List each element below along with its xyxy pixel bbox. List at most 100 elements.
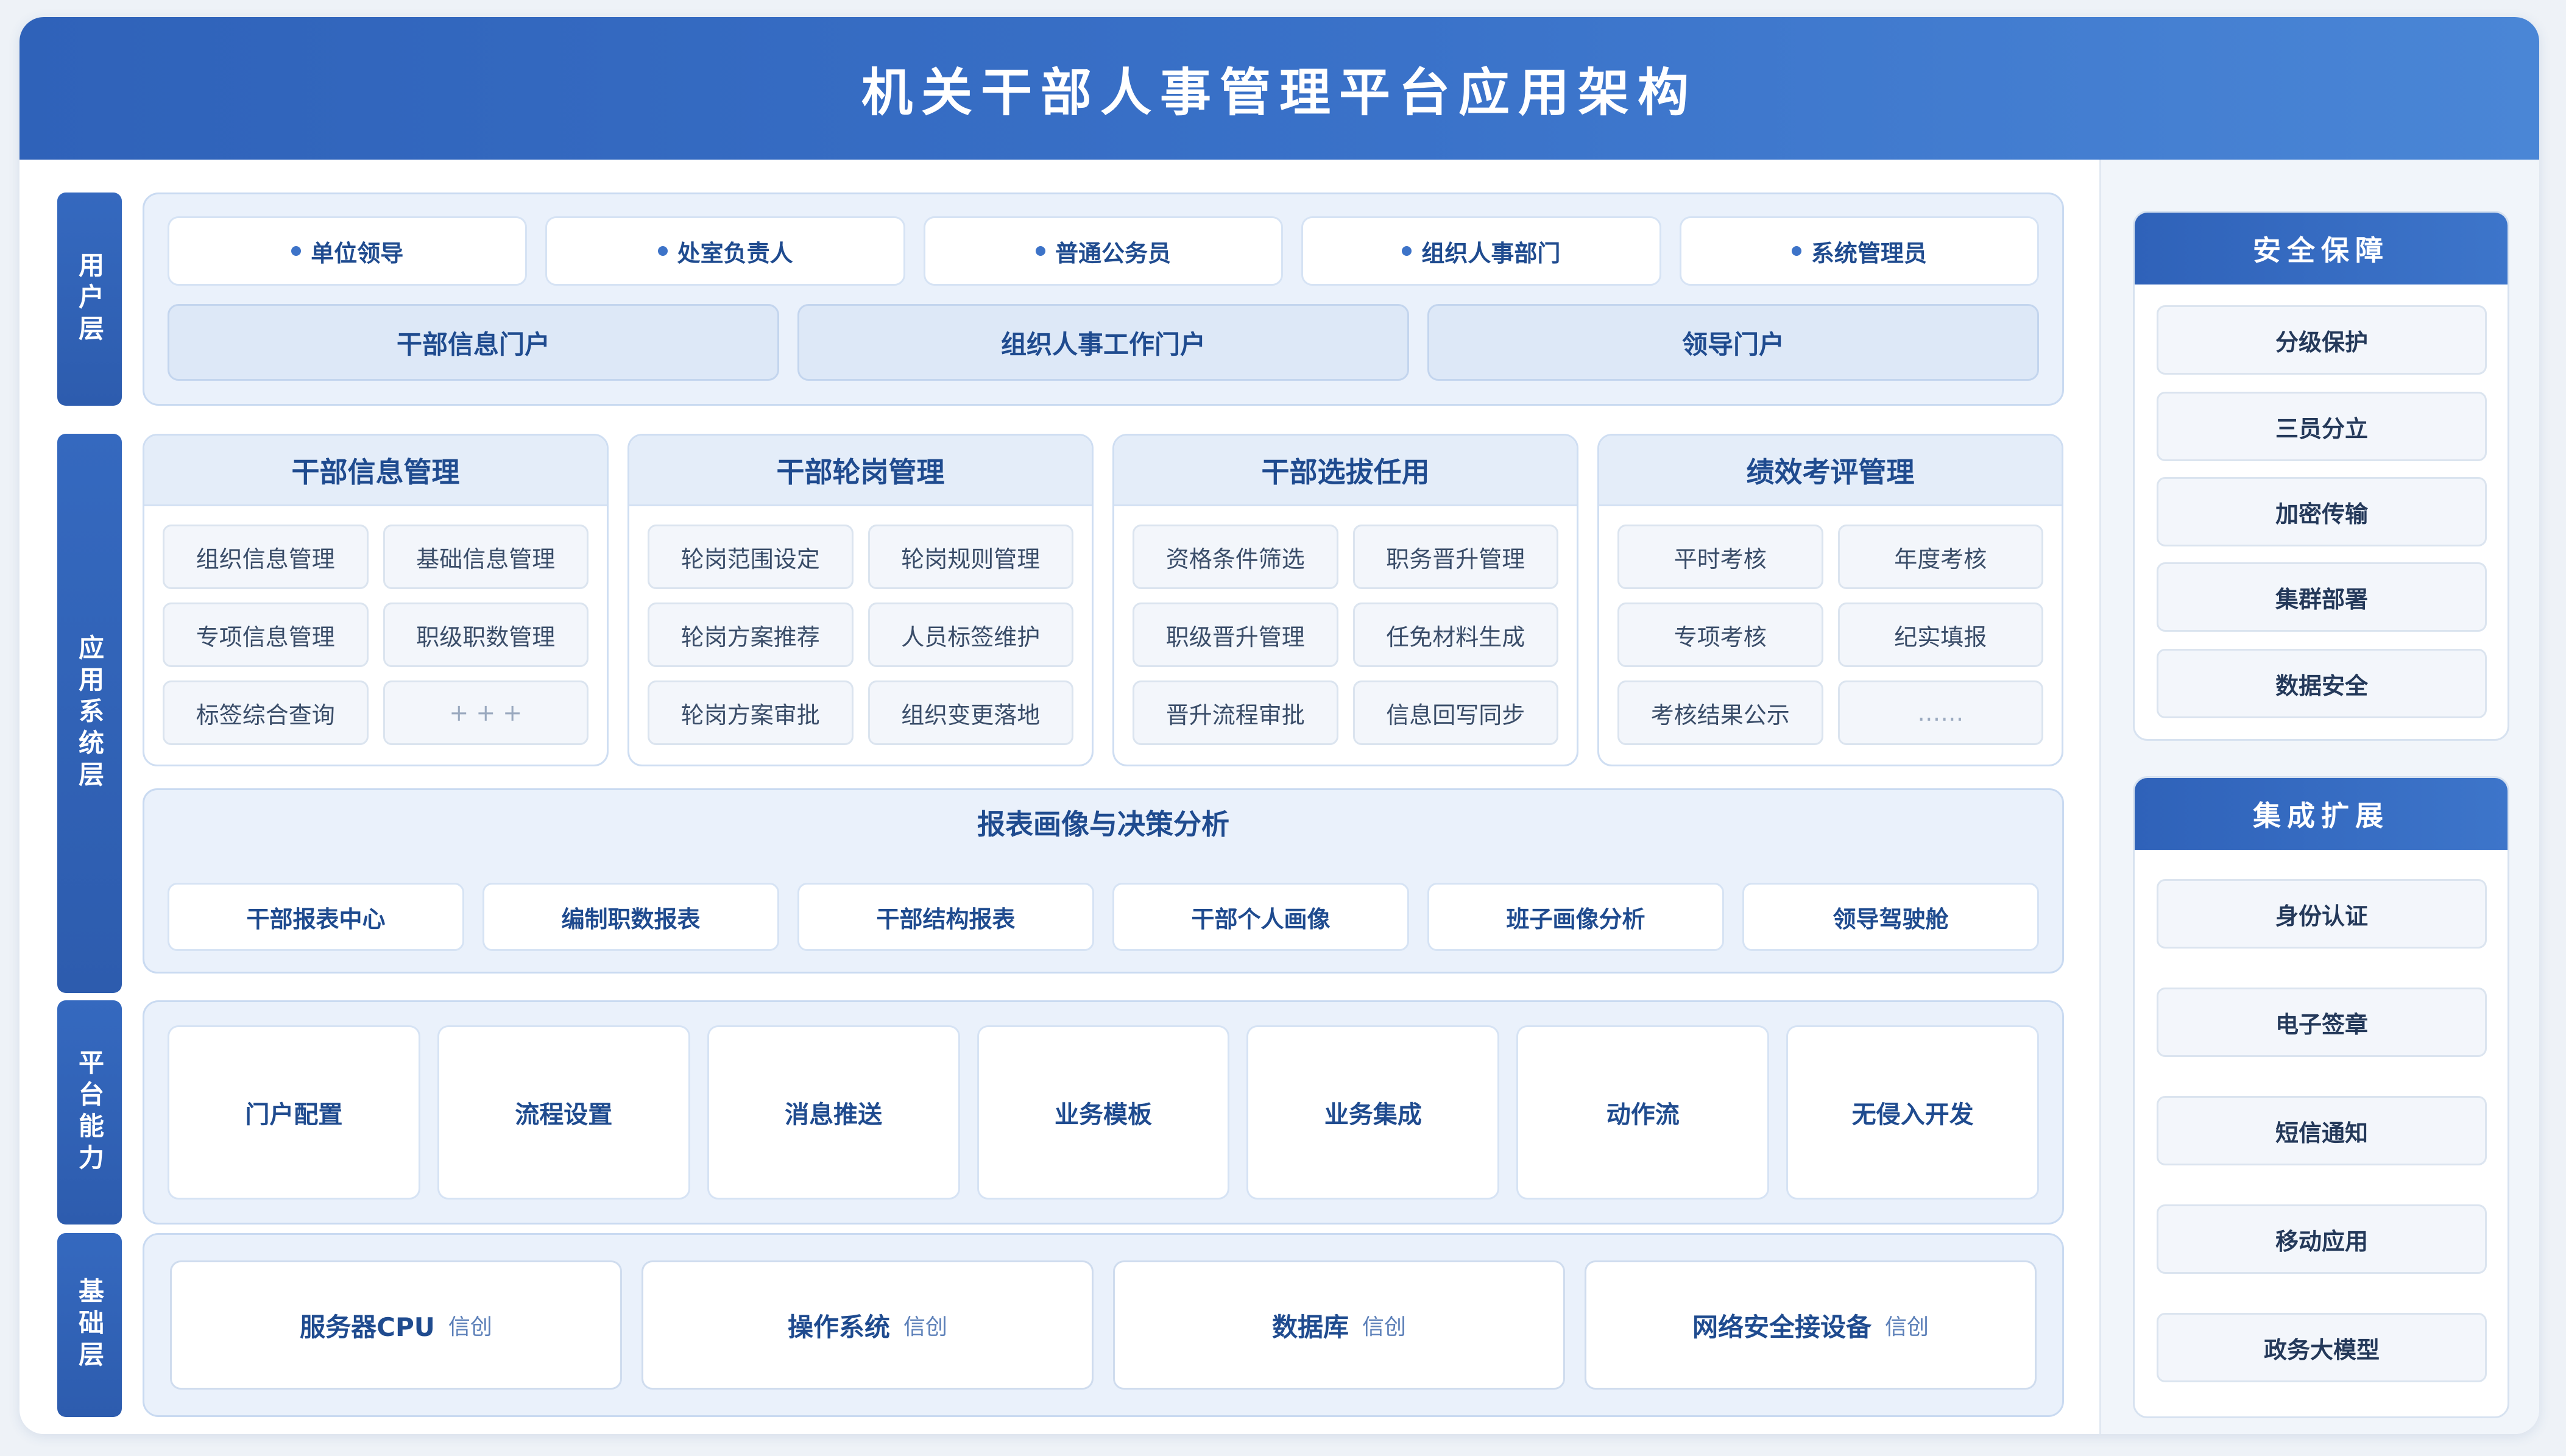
report-list: 干部报表中心 编制职数报表 干部结构报表 干部个人画像 班子画像分析 领导驾驶舱 xyxy=(168,883,2039,951)
module-card: 绩效考评管理 平时考核 年度考核 专项考核 纪实填报 考核结果公示 …… xyxy=(1597,434,2063,766)
module-title: 绩效考评管理 xyxy=(1599,436,2062,506)
module-item: 平时考核 xyxy=(1617,525,1823,589)
module-item: 信息回写同步 xyxy=(1352,680,1558,745)
security-title: 安全保障 xyxy=(2135,213,2508,284)
base-item-tag: 信创 xyxy=(1362,1315,1407,1340)
module-item: 专项信息管理 xyxy=(163,603,369,667)
module-title: 干部选拔任用 xyxy=(1114,436,1577,506)
module-grid: 平时考核 年度考核 专项考核 纪实填报 考核结果公示 …… xyxy=(1617,525,2043,745)
integration-item: 政务大模型 xyxy=(2157,1313,2487,1382)
platform-item: 业务集成 xyxy=(1246,1025,1500,1200)
portal-list: 干部信息门户 组织人事工作门户 领导门户 xyxy=(168,304,2039,381)
module-item: 任免材料生成 xyxy=(1352,603,1558,667)
integration-item: 电子签章 xyxy=(2157,988,2487,1057)
report-item: 编制职数报表 xyxy=(482,883,779,951)
base-item-name: 网络安全接设备 xyxy=(1692,1312,1871,1342)
module-title: 干部轮岗管理 xyxy=(629,436,1092,506)
base-item-name: 操作系统 xyxy=(787,1312,890,1342)
portal-card: 组织人事工作门户 xyxy=(797,304,1409,381)
module-item: 资格条件筛选 xyxy=(1133,525,1338,589)
module-row: 干部信息管理 组织信息管理 基础信息管理 专项信息管理 职级职数管理 标签综合查… xyxy=(143,434,2064,766)
report-panel: 报表画像与决策分析 干部报表中心 编制职数报表 干部结构报表 干部个人画像 班子… xyxy=(143,788,2064,974)
base-panel: 服务器CPU 信创 操作系统 信创 数据库 信创 网络安全接设备 信创 xyxy=(143,1233,2064,1417)
role-card: 单位领导 xyxy=(168,216,528,286)
report-item: 干部报表中心 xyxy=(168,883,464,951)
platform-item: 消息推送 xyxy=(707,1025,960,1200)
side-column: 安全保障 分级保护 三员分立 加密传输 集群部署 数据安全 集成扩展 身份认证 … xyxy=(2099,160,2539,1434)
bullet-dot-icon xyxy=(1036,246,1045,256)
layer-tag-app-label: 应用系统层 xyxy=(74,634,105,793)
integration-item: 移动应用 xyxy=(2157,1204,2487,1274)
role-card: 普通公务员 xyxy=(923,216,1284,286)
report-item: 干部个人画像 xyxy=(1112,883,1409,951)
platform-item: 动作流 xyxy=(1516,1025,1770,1200)
base-item-name: 服务器CPU xyxy=(300,1312,435,1342)
base-item: 服务器CPU 信创 xyxy=(170,1260,622,1390)
module-item: 轮岗规则管理 xyxy=(868,525,1073,589)
module-card: 干部轮岗管理 轮岗范围设定 轮岗规则管理 轮岗方案推荐 人员标签维护 轮岗方案审… xyxy=(627,434,1094,766)
module-title: 干部信息管理 xyxy=(144,436,607,506)
layer-tag-base-label: 基础层 xyxy=(74,1278,105,1373)
module-item: 专项考核 xyxy=(1617,603,1823,667)
role-card: 处室负责人 xyxy=(545,216,905,286)
module-item-more: …… xyxy=(1837,680,2043,745)
platform-item: 门户配置 xyxy=(168,1025,420,1200)
layer-tag-base: 基础层 xyxy=(57,1233,122,1417)
role-card: 系统管理员 xyxy=(1679,216,2040,286)
role-label: 系统管理员 xyxy=(1811,239,1927,267)
security-item: 分级保护 xyxy=(2157,305,2487,375)
module-item: 轮岗方案审批 xyxy=(648,680,854,745)
layer-tag-platform-label: 平台能力 xyxy=(74,1049,105,1176)
integration-card: 集成扩展 身份认证 电子签章 短信通知 移动应用 政务大模型 xyxy=(2133,776,2509,1418)
base-item-tag: 信创 xyxy=(448,1315,492,1340)
module-item: 基础信息管理 xyxy=(383,525,588,589)
layer-tag-user-label: 用户层 xyxy=(74,252,105,347)
layer-tag-app: 应用系统层 xyxy=(57,434,122,993)
report-item: 干部结构报表 xyxy=(797,883,1094,951)
base-item: 数据库 信创 xyxy=(1113,1260,1565,1390)
module-item: 标签综合查询 xyxy=(163,680,369,745)
module-item: 组织变更落地 xyxy=(868,680,1073,745)
portal-card: 领导门户 xyxy=(1427,304,2039,381)
module-item: 职级职数管理 xyxy=(383,603,588,667)
module-item: 人员标签维护 xyxy=(868,603,1073,667)
base-item-name: 数据库 xyxy=(1271,1312,1349,1342)
module-item: 晋升流程审批 xyxy=(1133,680,1338,745)
module-item: 职务晋升管理 xyxy=(1352,525,1558,589)
platform-item: 流程设置 xyxy=(437,1025,690,1200)
base-item-tag: 信创 xyxy=(903,1315,948,1340)
module-grid: 资格条件筛选 职务晋升管理 职级晋升管理 任免材料生成 晋升流程审批 信息回写同… xyxy=(1133,525,1558,745)
module-grid: 组织信息管理 基础信息管理 专项信息管理 职级职数管理 标签综合查询 + + + xyxy=(163,525,588,745)
layer-tag-user: 用户层 xyxy=(57,193,122,406)
module-card: 干部信息管理 组织信息管理 基础信息管理 专项信息管理 职级职数管理 标签综合查… xyxy=(143,434,609,766)
module-item: 考核结果公示 xyxy=(1617,680,1823,745)
platform-item: 无侵入开发 xyxy=(1786,1025,2040,1200)
header-banner: 机关干部人事管理平台应用架构 xyxy=(19,17,2539,160)
portal-card: 干部信息门户 xyxy=(168,304,779,381)
integration-title: 集成扩展 xyxy=(2135,778,2508,850)
bullet-dot-icon xyxy=(657,246,668,256)
module-item: 轮岗范围设定 xyxy=(648,525,854,589)
security-item: 集群部署 xyxy=(2157,562,2487,632)
security-card: 安全保障 分级保护 三员分立 加密传输 集群部署 数据安全 xyxy=(2133,211,2509,741)
base-item-tag: 信创 xyxy=(1885,1315,1929,1340)
module-item: 组织信息管理 xyxy=(163,525,369,589)
page-title: 机关干部人事管理平台应用架构 xyxy=(861,62,1697,122)
role-label: 单位领导 xyxy=(311,239,404,267)
module-card: 干部选拔任用 资格条件筛选 职务晋升管理 职级晋升管理 任免材料生成 晋升流程审… xyxy=(1112,434,1578,766)
report-item: 领导驾驶舱 xyxy=(1742,883,2039,951)
report-item: 班子画像分析 xyxy=(1427,883,1724,951)
bullet-dot-icon xyxy=(291,246,302,256)
role-label: 普通公务员 xyxy=(1055,239,1172,267)
base-item: 网络安全接设备 信创 xyxy=(1585,1260,2037,1390)
module-item: 年度考核 xyxy=(1837,525,2043,589)
report-title: 报表画像与决策分析 xyxy=(977,808,1229,841)
module-item-more: + + + xyxy=(383,680,588,745)
platform-list: 门户配置 流程设置 消息推送 业务模板 业务集成 动作流 无侵入开发 xyxy=(168,1025,2040,1200)
role-label: 组织人事部门 xyxy=(1421,239,1561,267)
bullet-dot-icon xyxy=(1791,246,1801,256)
platform-item: 业务模板 xyxy=(977,1025,1230,1200)
module-grid: 轮岗范围设定 轮岗规则管理 轮岗方案推荐 人员标签维护 轮岗方案审批 组织变更落… xyxy=(648,525,1073,745)
module-item: 轮岗方案推荐 xyxy=(648,603,854,667)
base-item: 操作系统 信创 xyxy=(642,1260,1094,1390)
